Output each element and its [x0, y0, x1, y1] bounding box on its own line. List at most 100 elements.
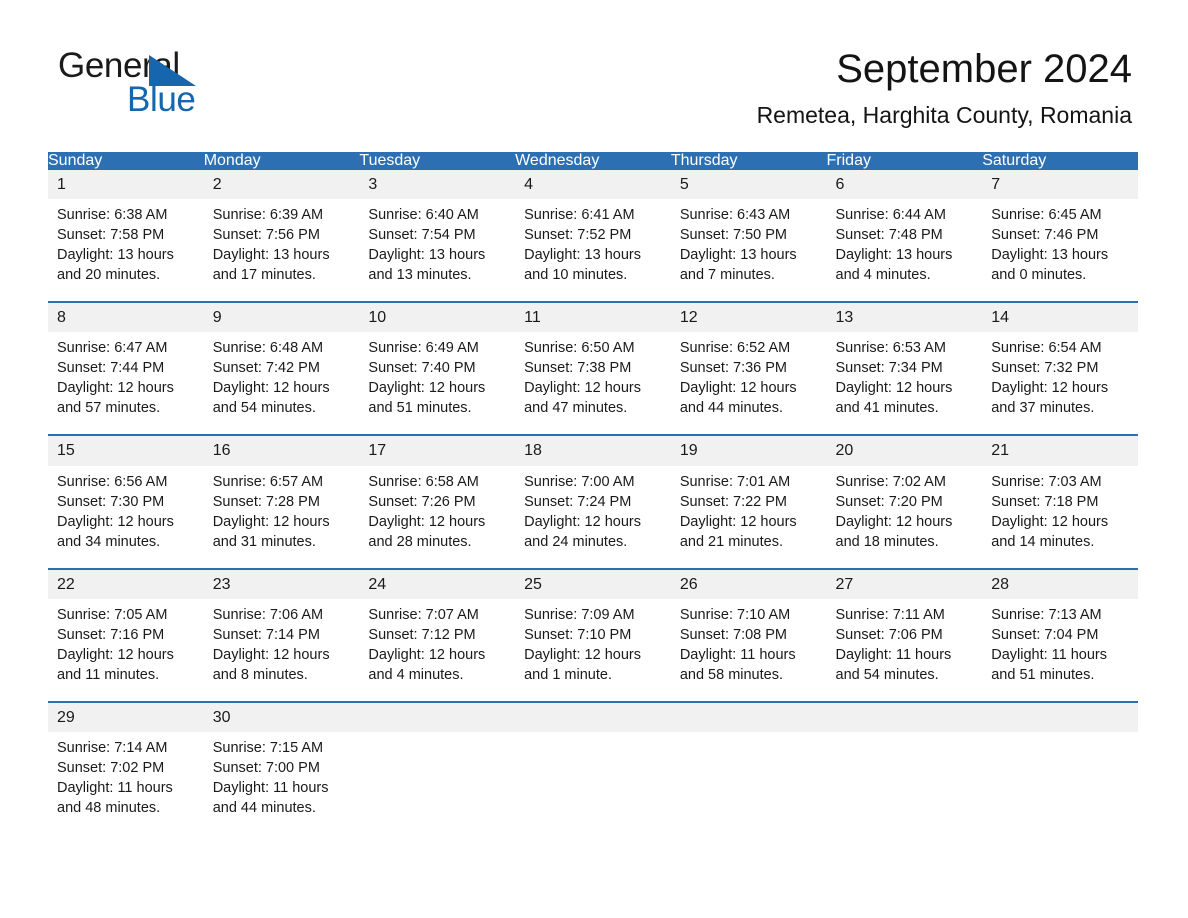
day-number[interactable]: 2 [203, 169, 360, 200]
empty-day-cell [670, 700, 827, 732]
daylight-text-line2: and 37 minutes. [991, 400, 1095, 417]
daylight-text-line1: Daylight: 11 hours [679, 646, 796, 663]
sunset-text: Sunset: 7:20 PM [835, 493, 943, 510]
daylight-text-line2: and 7 minutes. [679, 267, 775, 284]
day-number[interactable]: 6 [826, 169, 983, 200]
daylight-text-line1: Daylight: 13 hours [368, 247, 486, 264]
day-cell[interactable]: Sunrise: 6:48 AM Sunset: 7:42 PM Dayligh… [203, 332, 360, 436]
weekday-header-tuesday: Tuesday [359, 151, 516, 170]
day-cell[interactable]: Sunrise: 6:56 AM Sunset: 7:30 PM Dayligh… [48, 465, 204, 569]
day-number[interactable]: 22 [48, 567, 204, 599]
day-info-row: Sunrise: 7:05 AM Sunset: 7:16 PM Dayligh… [48, 598, 1138, 702]
day-number-row: 29 30 [48, 700, 1138, 732]
day-cell[interactable]: Sunrise: 7:10 AM Sunset: 7:08 PM Dayligh… [670, 598, 827, 702]
day-cell[interactable]: Sunrise: 7:06 AM Sunset: 7:14 PM Dayligh… [203, 598, 360, 702]
day-cell[interactable]: Sunrise: 7:11 AM Sunset: 7:06 PM Dayligh… [826, 598, 983, 702]
day-cell[interactable]: Sunrise: 7:07 AM Sunset: 7:12 PM Dayligh… [359, 598, 516, 702]
day-cell[interactable]: Sunrise: 6:43 AM Sunset: 7:50 PM Dayligh… [670, 199, 827, 303]
daylight-text-line2: and 10 minutes. [524, 267, 628, 284]
daylight-text-line1: Daylight: 13 hours [679, 247, 797, 264]
day-number[interactable]: 28 [982, 567, 1138, 599]
day-cell[interactable]: Sunrise: 6:50 AM Sunset: 7:38 PM Dayligh… [515, 332, 671, 436]
day-number[interactable]: 14 [982, 301, 1138, 333]
day-cell[interactable]: Sunrise: 6:53 AM Sunset: 7:34 PM Dayligh… [826, 332, 983, 436]
day-cell[interactable]: Sunrise: 6:39 AM Sunset: 7:56 PM Dayligh… [203, 199, 360, 303]
daylight-text-line2: and 31 minutes. [212, 533, 316, 550]
sunset-text: Sunset: 7:54 PM [368, 227, 476, 244]
day-number[interactable]: 9 [203, 301, 360, 333]
sunset-text: Sunset: 7:46 PM [991, 227, 1099, 244]
sunrise-text: Sunrise: 7:14 AM [57, 739, 168, 756]
weekday-header-row: Sunday Monday Tuesday Wednesday Thursday… [48, 151, 1138, 170]
day-info-row: Sunrise: 6:38 AM Sunset: 7:58 PM Dayligh… [48, 199, 1138, 303]
sunrise-text: Sunrise: 6:58 AM [368, 473, 479, 490]
day-number[interactable]: 18 [515, 434, 671, 466]
daylight-text-line1: Daylight: 12 hours [679, 380, 797, 397]
day-number[interactable]: 19 [670, 434, 827, 466]
daylight-text-line1: Daylight: 12 hours [991, 513, 1109, 530]
day-cell[interactable]: Sunrise: 7:00 AM Sunset: 7:24 PM Dayligh… [515, 465, 671, 569]
day-cell[interactable]: Sunrise: 6:45 AM Sunset: 7:46 PM Dayligh… [982, 199, 1138, 303]
daylight-text-line2: and 51 minutes. [368, 400, 472, 417]
day-cell[interactable]: Sunrise: 6:41 AM Sunset: 7:52 PM Dayligh… [515, 199, 671, 303]
day-number[interactable]: 12 [670, 301, 827, 333]
empty-day-cell [982, 731, 1138, 834]
day-number[interactable]: 1 [48, 169, 204, 200]
day-cell[interactable]: Sunrise: 7:09 AM Sunset: 7:10 PM Dayligh… [515, 598, 671, 702]
day-cell[interactable]: Sunrise: 7:02 AM Sunset: 7:20 PM Dayligh… [826, 465, 983, 569]
weekday-header-friday: Friday [826, 151, 983, 170]
empty-day-cell [359, 731, 516, 834]
day-number[interactable]: 5 [670, 169, 827, 200]
day-number[interactable]: 17 [359, 434, 516, 466]
daylight-text-line1: Daylight: 11 hours [212, 779, 329, 796]
day-number[interactable]: 23 [203, 567, 360, 599]
day-cell[interactable]: Sunrise: 6:38 AM Sunset: 7:58 PM Dayligh… [48, 199, 204, 303]
daylight-text-line2: and 21 minutes. [679, 533, 783, 550]
day-cell[interactable]: Sunrise: 6:54 AM Sunset: 7:32 PM Dayligh… [982, 332, 1138, 436]
day-cell[interactable]: Sunrise: 7:05 AM Sunset: 7:16 PM Dayligh… [48, 598, 204, 702]
sunset-text: Sunset: 7:02 PM [57, 759, 165, 776]
day-number[interactable]: 13 [826, 301, 983, 333]
day-number[interactable]: 10 [359, 301, 516, 333]
day-number[interactable]: 29 [48, 700, 204, 732]
sunset-text: Sunset: 7:12 PM [368, 626, 476, 643]
empty-day-cell [515, 731, 671, 834]
calendar-table: Sunday Monday Tuesday Wednesday Thursday… [48, 151, 1138, 834]
day-cell[interactable]: Sunrise: 6:40 AM Sunset: 7:54 PM Dayligh… [359, 199, 516, 303]
sunset-text: Sunset: 7:24 PM [524, 493, 632, 510]
sunset-text: Sunset: 7:34 PM [835, 360, 943, 377]
day-number[interactable]: 8 [48, 301, 204, 333]
day-number[interactable]: 30 [203, 700, 360, 732]
sunrise-text: Sunrise: 7:02 AM [835, 473, 946, 490]
sunset-text: Sunset: 7:26 PM [368, 493, 476, 510]
day-cell[interactable]: Sunrise: 7:14 AM Sunset: 7:02 PM Dayligh… [48, 731, 204, 834]
day-cell[interactable]: Sunrise: 6:49 AM Sunset: 7:40 PM Dayligh… [359, 332, 516, 436]
day-number[interactable]: 3 [359, 169, 516, 200]
daylight-text-line2: and 1 minute. [524, 666, 612, 683]
day-number[interactable]: 11 [515, 301, 671, 333]
day-cell[interactable]: Sunrise: 7:03 AM Sunset: 7:18 PM Dayligh… [982, 465, 1138, 569]
day-number[interactable]: 27 [826, 567, 983, 599]
sunset-text: Sunset: 7:36 PM [679, 360, 788, 377]
day-number[interactable]: 16 [203, 434, 360, 466]
day-number[interactable]: 25 [515, 567, 671, 599]
day-cell[interactable]: Sunrise: 6:52 AM Sunset: 7:36 PM Dayligh… [670, 332, 827, 436]
day-cell[interactable]: Sunrise: 6:57 AM Sunset: 7:28 PM Dayligh… [203, 465, 360, 569]
day-number[interactable]: 7 [982, 169, 1138, 200]
empty-day-cell [826, 700, 983, 732]
day-cell[interactable]: Sunrise: 7:01 AM Sunset: 7:22 PM Dayligh… [670, 465, 827, 569]
day-cell[interactable]: Sunrise: 6:47 AM Sunset: 7:44 PM Dayligh… [48, 332, 204, 436]
day-number[interactable]: 20 [826, 434, 983, 466]
day-cell[interactable]: Sunrise: 6:44 AM Sunset: 7:48 PM Dayligh… [826, 199, 983, 303]
day-cell[interactable]: Sunrise: 6:58 AM Sunset: 7:26 PM Dayligh… [359, 465, 516, 569]
day-number[interactable]: 24 [359, 567, 516, 599]
sunset-text: Sunset: 7:28 PM [212, 493, 320, 510]
day-cell[interactable]: Sunrise: 7:13 AM Sunset: 7:04 PM Dayligh… [982, 598, 1138, 702]
day-number[interactable]: 4 [515, 169, 671, 200]
day-number[interactable]: 21 [982, 434, 1138, 466]
day-cell[interactable]: Sunrise: 7:15 AM Sunset: 7:00 PM Dayligh… [203, 731, 360, 834]
daylight-text-line2: and 0 minutes. [991, 267, 1087, 284]
daylight-text-line1: Daylight: 12 hours [524, 380, 641, 397]
day-number[interactable]: 15 [48, 434, 204, 466]
day-number[interactable]: 26 [670, 567, 827, 599]
